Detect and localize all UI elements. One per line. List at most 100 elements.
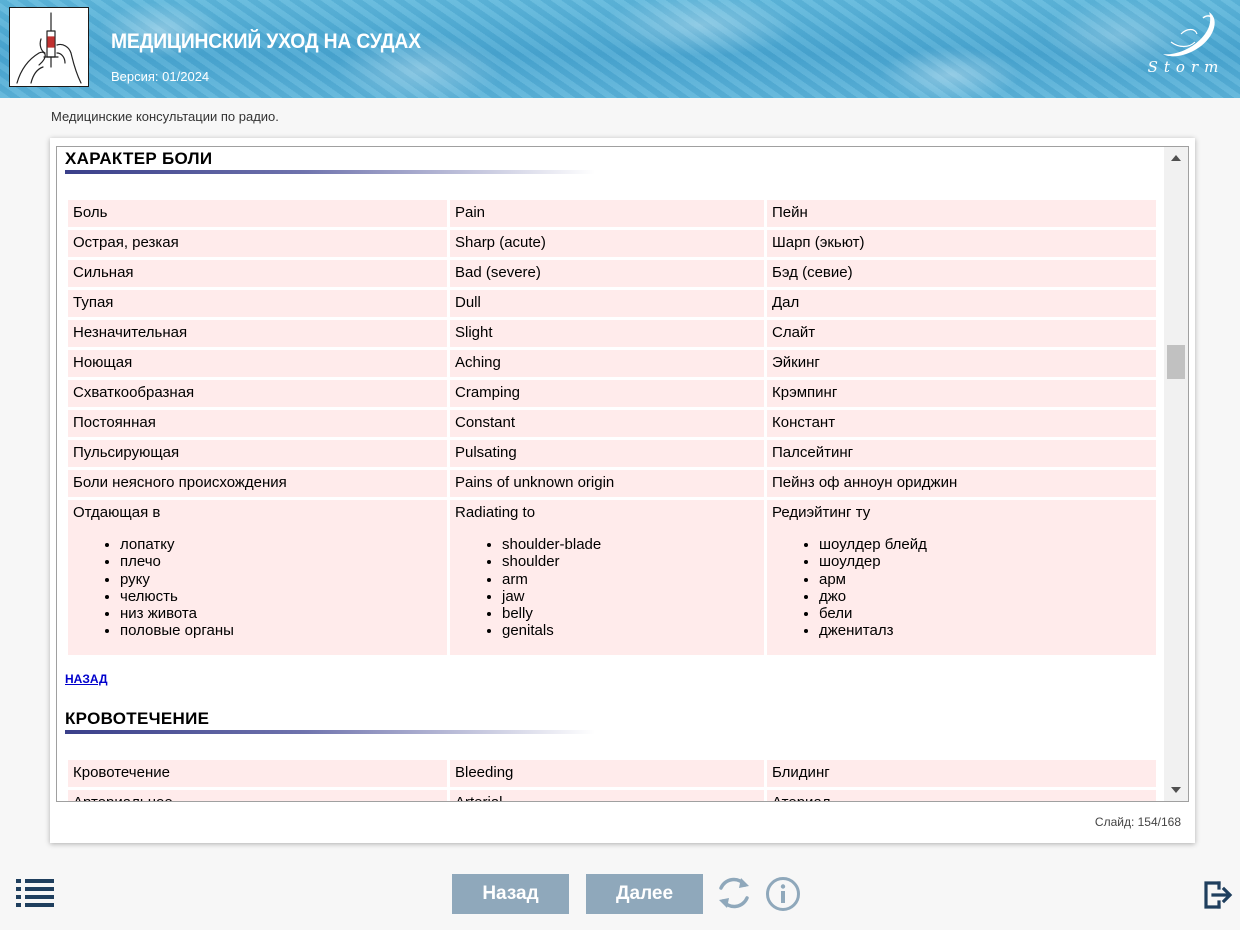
vertical-scrollbar[interactable] <box>1164 147 1188 801</box>
back-button[interactable]: Назад <box>452 874 569 914</box>
term-russian: Боли неясного происхождения <box>68 470 447 497</box>
table-row: Тупая Dull Дал <box>68 290 1156 317</box>
exit-button[interactable] <box>1203 880 1233 910</box>
list-item: половые органы <box>120 622 442 639</box>
info-button[interactable] <box>765 876 801 912</box>
next-button[interactable]: Далее <box>586 874 703 914</box>
list-item: джениталз <box>819 622 1151 639</box>
brand-text: Storm <box>1147 58 1225 76</box>
term-russian: Боль <box>68 200 447 227</box>
term-transcription: Пейнз оф анноун ориджин <box>767 470 1156 497</box>
scroll-down-button[interactable] <box>1164 779 1188 801</box>
app-version: Версия: 01/2024 <box>111 69 210 84</box>
term-english: Sharp (acute) <box>450 230 764 257</box>
list-item: genitals <box>502 622 759 639</box>
list-item: шоулдер <box>819 553 1151 570</box>
table-row: Острая, резкая Sharp (acute) Шарп (экьют) <box>68 230 1156 257</box>
list-heading: Radiating to <box>455 504 536 521</box>
term-russian: Отдающая в лопаткуплечорукучелюстьниз жив… <box>68 500 447 655</box>
slide-counter: Слайд: 154/168 <box>1094 815 1181 829</box>
scroll-frame[interactable]: ХАРАКТЕР БОЛИ Боль Pain Пейн Острая, резкая… <box>56 146 1189 802</box>
list-item: челюсть <box>120 588 442 605</box>
term-transcription: Слайт <box>767 320 1156 347</box>
list-item: джо <box>819 588 1151 605</box>
list-item: арм <box>819 571 1151 588</box>
table-row: Незначительная Slight Слайт <box>68 320 1156 347</box>
list-heading: Редиэйтинг ту <box>772 504 871 521</box>
term-russian: Незначительная <box>68 320 447 347</box>
term-transcription: Блидинг <box>767 759 1156 787</box>
list-item: belly <box>502 605 759 622</box>
table-row: Ноющая Aching Эйкинг <box>68 350 1156 377</box>
body-part-list: шоулдер блейдшоулдерармджобелиджениталз <box>819 536 1151 640</box>
app-header: МЕДИЦИНСКИЙ УХОД НА СУДАХ Версия: 01/202… <box>0 0 1240 98</box>
refresh-icon <box>719 877 749 909</box>
term-english: Pain <box>450 200 764 227</box>
list-item: arm <box>502 571 759 588</box>
term-transcription: Констант <box>767 410 1156 437</box>
storm-logo: Storm <box>1140 8 1232 86</box>
scroll-thumb[interactable] <box>1167 345 1185 379</box>
list-item: бели <box>819 605 1151 622</box>
table-row: АртериальноеArterialАтериал <box>68 789 1156 801</box>
arrow-up-icon <box>1171 155 1181 161</box>
body-part-list: лопаткуплечорукучелюстьниз животаполовые… <box>120 536 442 640</box>
table-row: Отдающая в лопаткуплечорукучелюстьниз жив… <box>68 500 1156 655</box>
course-logo <box>9 7 89 87</box>
section-title-pain: ХАРАКТЕР БОЛИ <box>65 149 213 168</box>
list-item: лопатку <box>120 536 442 553</box>
arrow-down-icon <box>1171 787 1181 793</box>
term-transcription: Дал <box>767 290 1156 317</box>
bleeding-terms-table: КровотечениеBleedingБлидинг АртериальноеA… <box>65 757 1159 801</box>
menu-button[interactable] <box>16 878 54 908</box>
app-title: МЕДИЦИНСКИЙ УХОД НА СУДАХ <box>111 30 421 53</box>
refresh-button[interactable] <box>715 874 753 912</box>
term-english: Cramping <box>450 380 764 407</box>
term-english: Bad (severe) <box>450 260 764 287</box>
section-rule <box>65 170 595 174</box>
term-english: Slight <box>450 320 764 347</box>
list-item: низ живота <box>120 605 442 622</box>
scroll-up-button[interactable] <box>1164 147 1188 169</box>
list-item: плечо <box>120 553 442 570</box>
term-transcription: Эйкинг <box>767 350 1156 377</box>
term-russian: Артериальное <box>68 789 447 801</box>
term-english: Pulsating <box>450 440 764 467</box>
slide-subtitle: Медицинские консультации по радио. <box>51 109 279 124</box>
term-transcription: Бэд (севие) <box>767 260 1156 287</box>
term-transcription: Пейн <box>767 200 1156 227</box>
table-row: Кровотечение Bleeding Блидинг <box>68 759 1156 787</box>
table-row: Сильная Bad (severe) Бэд (севие) <box>68 260 1156 287</box>
table-row: Схваткообразная Cramping Крэмпинг <box>68 380 1156 407</box>
term-transcription: Атериал <box>767 789 1156 801</box>
term-english: Pains of unknown origin <box>450 470 764 497</box>
term-russian: Острая, резкая <box>68 230 447 257</box>
list-item: руку <box>120 571 442 588</box>
term-english: Dull <box>450 290 764 317</box>
term-russian: Тупая <box>68 290 447 317</box>
storm-wave-icon <box>1163 12 1215 57</box>
content-panel: ХАРАКТЕР БОЛИ Боль Pain Пейн Острая, резкая… <box>50 138 1195 843</box>
term-transcription: Шарп (экьют) <box>767 230 1156 257</box>
term-english: Constant <box>450 410 764 437</box>
term-transcription: Крэмпинг <box>767 380 1156 407</box>
list-item: jaw <box>502 588 759 605</box>
term-english: Aching <box>450 350 764 377</box>
list-item: shoulder <box>502 553 759 570</box>
term-transcription: Палсейтинг <box>767 440 1156 467</box>
table-row: Боли неясного происхождения Pains of unkn… <box>68 470 1156 497</box>
table-row: Пульсирующая Pulsating Палсейтинг <box>68 440 1156 467</box>
term-english: Arterial <box>450 789 764 801</box>
term-russian: Кровотечение <box>68 759 447 787</box>
exit-icon <box>1204 881 1233 909</box>
section-title-bleeding: КРОВОТЕЧЕНИЕ <box>65 708 210 728</box>
menu-list-icon <box>16 879 54 907</box>
term-english: Radiating to shoulder-bladeshoulderarmjaw… <box>450 500 764 655</box>
back-link[interactable]: НАЗАД <box>65 672 108 686</box>
term-russian: Пульсирующая <box>68 440 447 467</box>
section-rule <box>65 729 595 734</box>
scroll-content: ХАРАКТЕР БОЛИ Боль Pain Пейн Острая, резкая… <box>65 149 1159 801</box>
info-icon <box>766 877 800 911</box>
body-part-list: shoulder-bladeshoulderarmjawbellygenital… <box>502 536 759 640</box>
list-item: шоулдер блейд <box>819 536 1151 553</box>
